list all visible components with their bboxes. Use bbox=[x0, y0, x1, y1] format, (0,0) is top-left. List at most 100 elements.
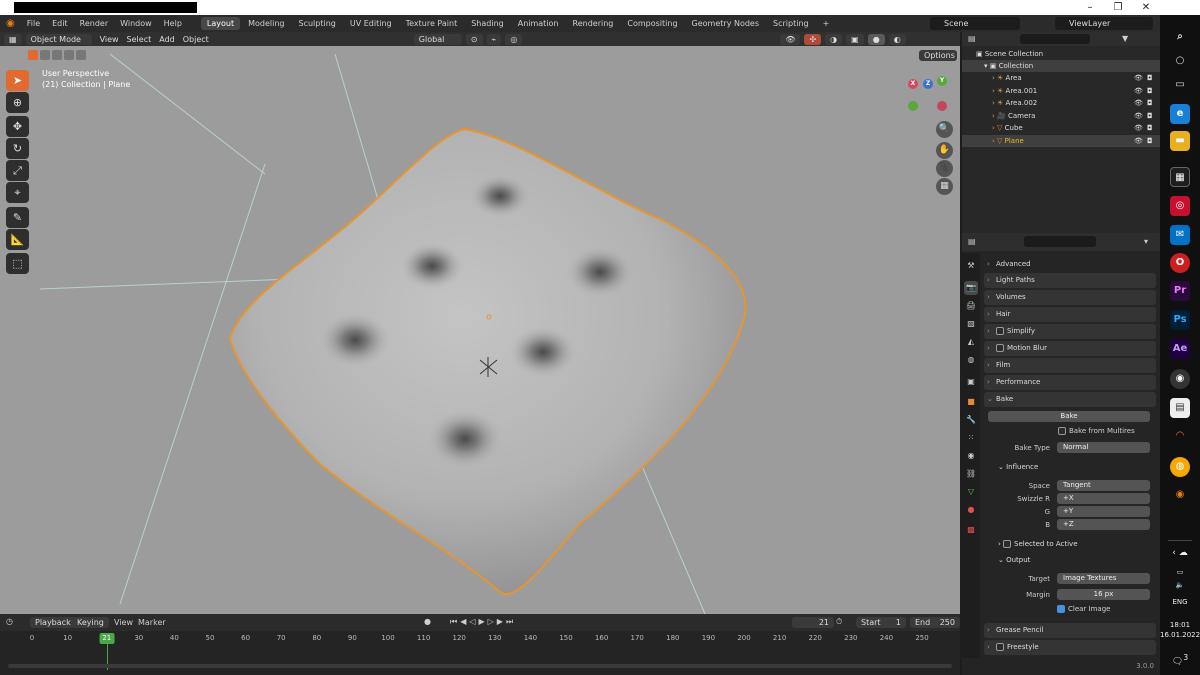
pivot-icon[interactable]: ⊙ bbox=[465, 33, 483, 45]
ortho-grid-icon[interactable]: ▦ bbox=[936, 178, 953, 195]
influence-subpanel[interactable]: ⌄ Influence bbox=[998, 463, 1038, 471]
swizzle-r-select[interactable]: +X bbox=[1057, 493, 1150, 504]
constraints-tab-icon[interactable]: ⛓ bbox=[964, 467, 978, 481]
tray-chevron-icon[interactable]: ‹ ☁ bbox=[1160, 548, 1200, 558]
premiere-icon[interactable]: Pr bbox=[1170, 281, 1190, 301]
viewlayer-selector[interactable]: ViewLayer bbox=[1055, 17, 1153, 30]
zoom-icon[interactable]: 🔍 bbox=[936, 121, 953, 138]
bake-from-multires-checkbox[interactable] bbox=[1058, 427, 1066, 435]
opera-icon[interactable]: O bbox=[1170, 253, 1190, 273]
outliner-collection[interactable]: ▾ ▣ Collection bbox=[962, 60, 1160, 72]
store-icon[interactable]: ▦ bbox=[1170, 167, 1190, 187]
select-mode-subtract-icon[interactable] bbox=[52, 50, 62, 60]
selected-to-active-subpanel[interactable]: › Selected to Active bbox=[998, 540, 1078, 548]
outliner-search-input[interactable] bbox=[1020, 34, 1090, 44]
select-tool-icon[interactable]: ➤ bbox=[6, 70, 29, 91]
vp-menu-object[interactable]: Object bbox=[183, 35, 209, 44]
panel-bake[interactable]: ⌄ Bake bbox=[984, 392, 1156, 407]
playhead-frame-badge[interactable]: 21 bbox=[99, 633, 115, 644]
panel-volumes[interactable]: › Volumes bbox=[984, 290, 1156, 305]
outliner-item[interactable]: › ☀ Area 👁 ◘ bbox=[962, 72, 1160, 84]
swizzle-g-select[interactable]: +Y bbox=[1057, 506, 1150, 517]
end-frame-field[interactable]: End 250 bbox=[910, 617, 960, 628]
notifications-icon[interactable]: 🗨3 bbox=[1160, 653, 1200, 667]
swizzle-b-select[interactable]: +Z bbox=[1057, 519, 1150, 530]
tab-shading[interactable]: Shading bbox=[465, 17, 510, 30]
editor-type-icon[interactable]: ▦ bbox=[4, 33, 22, 45]
blender-logo-icon[interactable]: ◉ bbox=[0, 15, 21, 32]
app-red-icon[interactable]: ◎ bbox=[1170, 196, 1190, 216]
outliner-editor-icon[interactable]: ▤ bbox=[968, 34, 976, 43]
properties-editor-icon[interactable]: ▤ bbox=[968, 237, 976, 246]
timeline-marker-menu[interactable]: Marker bbox=[138, 618, 166, 627]
after-effects-icon[interactable]: Ae bbox=[1170, 339, 1190, 359]
outliner-item[interactable]: › ☀ Area.002 👁 ◘ bbox=[962, 97, 1160, 109]
vp-menu-select[interactable]: Select bbox=[127, 35, 152, 44]
render-tab-icon[interactable]: 📷 bbox=[964, 281, 978, 295]
outliner-item[interactable]: › 🎥 Camera 👁 ◘ bbox=[962, 110, 1160, 122]
panel-performance[interactable]: › Performance bbox=[984, 375, 1156, 390]
add-workspace-button[interactable]: + bbox=[817, 17, 836, 30]
tab-animation[interactable]: Animation bbox=[512, 17, 565, 30]
edge-icon[interactable]: e bbox=[1170, 104, 1190, 124]
vp-menu-add[interactable]: Add bbox=[159, 35, 175, 44]
transform-tool-icon[interactable]: ⌖ bbox=[6, 182, 29, 203]
tab-rendering[interactable]: Rendering bbox=[567, 17, 620, 30]
pan-hand-icon[interactable]: ✋ bbox=[936, 142, 953, 159]
panel-light-paths[interactable]: › Light Paths bbox=[984, 273, 1156, 288]
tab-uv-editing[interactable]: UV Editing bbox=[344, 17, 398, 30]
cursor-tool-icon[interactable]: ⊕ bbox=[6, 92, 29, 113]
gizmo-toggle-icon[interactable]: ✣ bbox=[804, 33, 822, 45]
houdini-icon[interactable]: ◠ bbox=[1170, 426, 1190, 446]
tab-scripting[interactable]: Scripting bbox=[767, 17, 815, 30]
transform-orientation[interactable]: Global bbox=[413, 33, 462, 45]
volume-icon[interactable]: 🔈 bbox=[1160, 581, 1200, 589]
selected-to-active-checkbox[interactable] bbox=[1003, 540, 1012, 548]
bake-from-multires-row[interactable]: Bake from Multires bbox=[1058, 427, 1135, 435]
move-tool-icon[interactable]: ✥ bbox=[6, 116, 29, 137]
vp-menu-view[interactable]: View bbox=[100, 35, 119, 44]
render-camera-icon[interactable]: ◘ bbox=[1147, 135, 1153, 147]
blender-taskbar-icon[interactable]: ◉ bbox=[1170, 485, 1190, 505]
app-orange-icon[interactable]: ◍ bbox=[1170, 457, 1190, 477]
rotate-tool-icon[interactable]: ↻ bbox=[6, 138, 29, 159]
overlay-icon[interactable]: ◑ bbox=[825, 33, 843, 45]
visibility-eye-icon[interactable]: 👁 bbox=[1134, 72, 1143, 84]
view-layer-tab-icon[interactable]: ▧ bbox=[964, 317, 978, 331]
panel-grease-pencil[interactable]: › Grease Pencil bbox=[984, 623, 1156, 638]
modifier-tab-icon[interactable]: 🔧 bbox=[964, 413, 978, 427]
maximize-icon[interactable]: ❐ bbox=[1104, 0, 1132, 15]
language-indicator[interactable]: ENG bbox=[1160, 598, 1200, 606]
panel-advanced[interactable]: › Advanced bbox=[984, 257, 1156, 272]
render-camera-icon[interactable]: ◘ bbox=[1147, 97, 1153, 109]
render-camera-icon[interactable]: ◘ bbox=[1147, 110, 1153, 122]
scene-tab-icon[interactable]: ◭ bbox=[964, 335, 978, 349]
menu-help[interactable]: Help bbox=[158, 15, 188, 32]
gizmo-y-icon[interactable]: Y bbox=[937, 76, 947, 86]
panel-film[interactable]: › Film bbox=[984, 358, 1156, 373]
shading-render-icon[interactable]: ◐ bbox=[888, 33, 906, 45]
space-select[interactable]: Tangent bbox=[1057, 480, 1150, 491]
menu-edit[interactable]: Edit bbox=[46, 15, 74, 32]
start-frame-field[interactable]: Start 1 bbox=[856, 617, 906, 628]
annotate-tool-icon[interactable]: ✎ bbox=[6, 207, 29, 228]
add-cube-tool-icon[interactable]: ⬚ bbox=[6, 253, 29, 274]
task-view-icon[interactable]: ▭ bbox=[1170, 75, 1190, 95]
render-camera-icon[interactable]: ◘ bbox=[1147, 85, 1153, 97]
playback-menu[interactable]: Playback bbox=[30, 617, 76, 628]
world-tab-icon[interactable]: ◍ bbox=[964, 353, 978, 367]
particles-tab-icon[interactable]: ⁙ bbox=[964, 431, 978, 445]
panel-simplify[interactable]: › Simplify bbox=[984, 324, 1156, 339]
margin-field[interactable]: 16 px bbox=[1057, 589, 1150, 600]
gizmo-x-icon[interactable]: X bbox=[908, 79, 918, 89]
snap-icon[interactable]: ⌁ bbox=[486, 33, 502, 45]
options-button[interactable]: Options bbox=[919, 50, 957, 61]
photoshop-icon[interactable]: Ps bbox=[1170, 310, 1190, 330]
clock-icon[interactable]: ⏱ bbox=[836, 617, 842, 627]
material-tab-icon[interactable]: ● bbox=[964, 503, 978, 517]
tab-compositing[interactable]: Compositing bbox=[621, 17, 683, 30]
visibility-icon[interactable]: 👁 bbox=[780, 33, 801, 45]
visibility-eye-icon[interactable]: 👁 bbox=[1134, 85, 1143, 97]
tool-tab-icon[interactable]: ⚒ bbox=[964, 259, 978, 273]
menu-file[interactable]: File bbox=[21, 15, 46, 32]
